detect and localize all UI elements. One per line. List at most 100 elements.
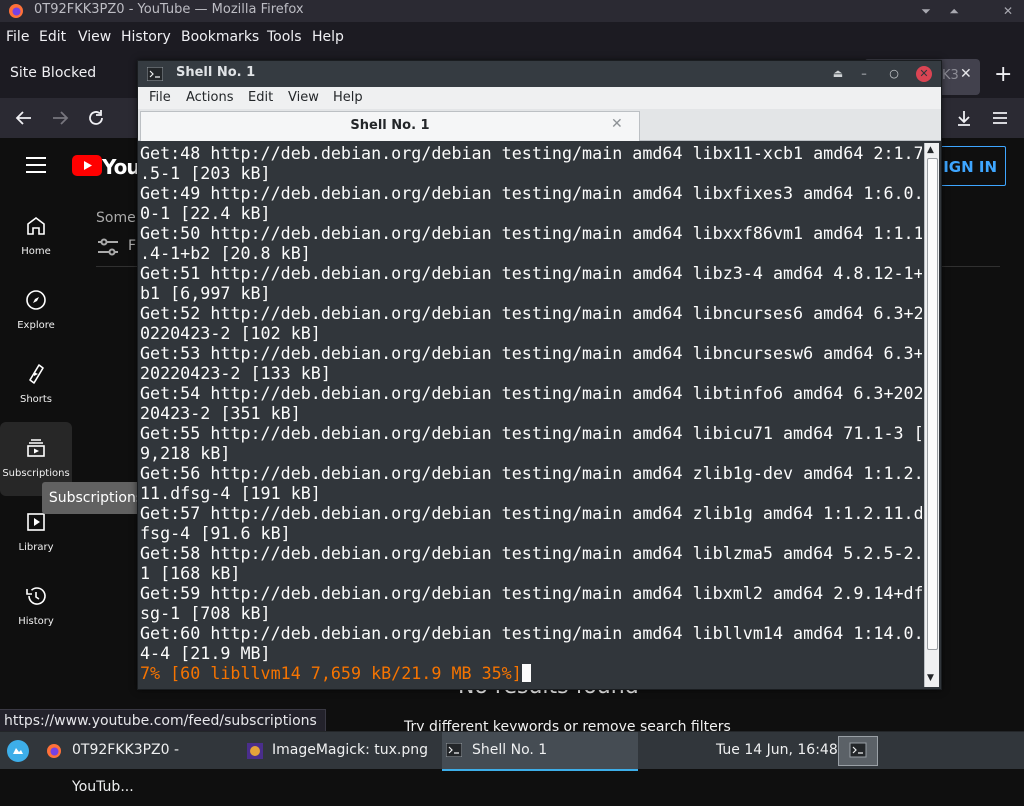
history-icon [24, 584, 48, 608]
terminal-line: Get:54 http://deb.debian.org/debian test… [140, 383, 922, 403]
menu-tools[interactable]: Tools [267, 29, 302, 45]
terminal-cursor [521, 664, 531, 682]
terminal-icon [446, 743, 462, 757]
terminal-line: Get:58 http://deb.debian.org/debian test… [140, 543, 922, 563]
terminal-line: 0-1 [22.4 kB] [140, 203, 271, 223]
terminal-line: 0220423-2 [102 kB] [140, 323, 321, 343]
tab-label: K3 [942, 68, 959, 83]
terminal-text: Get:48 http://deb.debian.org/debian test… [140, 143, 922, 663]
shell-menu-actions[interactable]: Actions [186, 90, 234, 105]
sidebar-item-label: Shorts [19, 394, 53, 405]
reload-icon[interactable] [86, 108, 106, 128]
scroll-down-icon[interactable]: ▼ [927, 673, 934, 683]
compass-icon [24, 288, 48, 312]
downloads-icon[interactable] [954, 108, 974, 128]
task-label: Shell No. 1 [472, 742, 548, 758]
terminal-line: 20423-2 [351 kB] [140, 403, 301, 423]
task-imagemagick[interactable]: ImageMagick: tux.png [242, 732, 438, 769]
terminal-line: Get:59 http://deb.debian.org/debian test… [140, 583, 922, 603]
terminal-line: Get:53 http://deb.debian.org/debian test… [140, 343, 922, 363]
clock[interactable]: Tue 14 Jun, 16:48 [716, 732, 838, 769]
firefox-icon [46, 743, 62, 759]
terminal-icon [147, 67, 163, 81]
filter-icon[interactable] [98, 238, 118, 256]
partial-heading: Some [96, 210, 136, 226]
shell-window-title: Shell No. 1 [176, 65, 256, 80]
maximize-icon[interactable]: ○ [886, 66, 902, 82]
tab-close-icon[interactable]: ✕ [611, 116, 623, 132]
firefox-menubar: File Edit View History Bookmarks Tools H… [0, 22, 1024, 52]
youtube-logo-icon[interactable] [72, 155, 102, 176]
menu-edit[interactable]: Edit [39, 29, 66, 45]
window-title: 0T92FKK3PZ0 - YouTube — Mozilla Firefox [34, 2, 304, 17]
shell-window: Shell No. 1 ⏏ – ○ ✕ File Actions Edit Vi… [137, 60, 942, 690]
task-firefox[interactable]: 0T92FKK3PZ0 - YouTub... [44, 732, 240, 795]
terminal-line: Get:55 http://deb.debian.org/debian test… [140, 423, 922, 443]
terminal-output[interactable]: Get:48 http://deb.debian.org/debian test… [140, 143, 922, 685]
terminal-scrollbar[interactable]: ▲ ▼ [924, 143, 939, 687]
terminal-line: 9,218 kB] [140, 443, 231, 463]
terminal-line: Get:51 http://deb.debian.org/debian test… [140, 263, 922, 283]
terminal-line: fsg-4 [91.6 kB] [140, 523, 291, 543]
menu-help[interactable]: Help [312, 29, 344, 45]
new-tab-button[interactable]: + [994, 62, 1012, 87]
close-icon[interactable]: ✕ [916, 66, 932, 82]
terminal-line: 11.dfsg-4 [191 kB] [140, 483, 321, 503]
terminal-line: b1 [6,997 kB] [140, 283, 271, 303]
shell-menu-help[interactable]: Help [333, 90, 363, 105]
site-blocked-tab[interactable]: Site Blocked [10, 65, 96, 81]
sidebar-item-history[interactable]: History [0, 570, 72, 644]
maximize-icon[interactable]: ⏶ [946, 3, 962, 19]
tab-close-icon[interactable]: ✕ [960, 66, 972, 82]
task-shell[interactable]: Shell No. 1 [442, 732, 638, 771]
shell-tab-label: Shell No. 1 [350, 118, 430, 133]
menu-view[interactable]: View [78, 29, 111, 45]
sidebar-item-shorts[interactable]: Shorts [0, 348, 72, 422]
menu-history[interactable]: History [121, 29, 171, 45]
back-icon[interactable] [14, 108, 34, 128]
menu-file[interactable]: File [6, 29, 29, 45]
task-label: 0T92FKK3PZ0 - YouTub... [72, 742, 180, 795]
terminal-line: Get:60 http://deb.debian.org/debian test… [140, 623, 922, 643]
app-launcher-icon[interactable] [6, 739, 30, 763]
keep-above-icon[interactable]: ⏏ [830, 66, 846, 82]
forward-icon[interactable] [50, 108, 70, 128]
terminal-line: Get:50 http://deb.debian.org/debian test… [140, 223, 922, 243]
terminal-line: Get:49 http://deb.debian.org/debian test… [140, 183, 922, 203]
status-url: https://www.youtube.com/feed/subscriptio… [0, 709, 326, 733]
shell-menubar: File Actions Edit View Help [138, 87, 941, 109]
minimize-icon[interactable]: ⏷ [918, 3, 934, 19]
sidebar-item-home[interactable]: Home [0, 200, 72, 274]
taskbar: 0T92FKK3PZ0 - YouTub... ImageMagick: tux… [0, 731, 1024, 795]
scroll-up-icon[interactable]: ▲ [927, 145, 934, 155]
firefox-icon [8, 3, 24, 19]
terminal-line: Get:48 http://deb.debian.org/debian test… [140, 143, 922, 163]
terminal-line: Get:57 http://deb.debian.org/debian test… [140, 503, 922, 523]
terminal-line: 1 [168 kB] [140, 563, 241, 583]
sidebar-item-label: Library [18, 542, 54, 553]
menu-bookmarks[interactable]: Bookmarks [181, 29, 259, 45]
tray-terminal-icon[interactable] [838, 736, 878, 766]
shell-tab[interactable]: Shell No. 1 ✕ [140, 111, 640, 141]
filter-label[interactable]: F [128, 238, 136, 254]
imagemagick-icon [247, 743, 263, 759]
close-icon[interactable]: ✕ [1000, 3, 1016, 19]
shell-menu-view[interactable]: View [288, 90, 319, 105]
terminal-line: 20220423-2 [133 kB] [140, 363, 331, 383]
home-icon [24, 214, 48, 238]
app-menu-icon[interactable] [990, 108, 1010, 128]
yt-menu-icon[interactable] [26, 156, 46, 174]
shell-menu-file[interactable]: File [149, 90, 171, 105]
sidebar-item-label: Subscriptions [2, 468, 70, 479]
minimize-icon[interactable]: – [856, 66, 872, 82]
shell-titlebar[interactable]: Shell No. 1 ⏏ – ○ ✕ [138, 61, 941, 87]
sidebar-item-explore[interactable]: Explore [0, 274, 72, 348]
shell-tabbar: Shell No. 1 ✕ [138, 109, 941, 141]
terminal-line: Get:56 http://deb.debian.org/debian test… [140, 463, 922, 483]
shorts-icon [24, 362, 48, 386]
terminal-line: 4-4 [21.9 MB] [140, 643, 271, 663]
download-progress: 7% [60 libllvm14 7,659 kB/21.9 MB 35%] [140, 663, 522, 683]
subscriptions-tooltip: Subscriptions [42, 482, 150, 514]
shell-menu-edit[interactable]: Edit [248, 90, 273, 105]
scroll-thumb[interactable] [927, 158, 938, 650]
